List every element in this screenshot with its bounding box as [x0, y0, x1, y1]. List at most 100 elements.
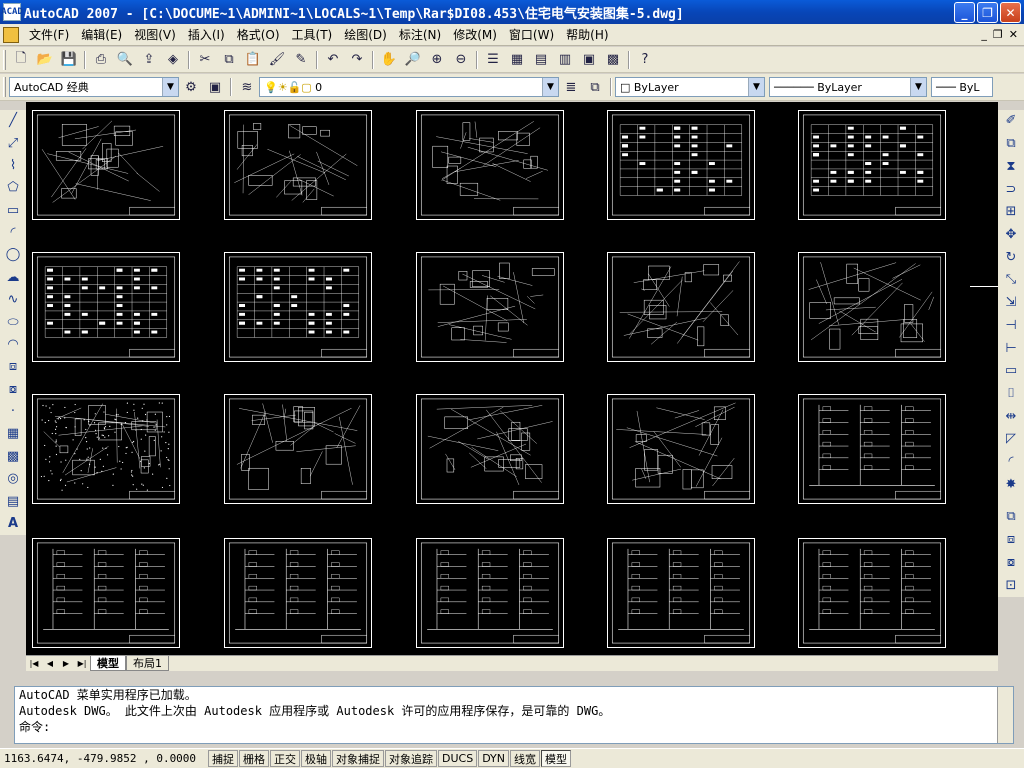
design-center-icon[interactable]: ▦ — [507, 50, 527, 70]
region-icon[interactable]: ◎ — [3, 469, 23, 488]
menu-draw[interactable]: 绘图(D) — [338, 26, 393, 43]
command-scrollbar[interactable] — [997, 687, 1013, 743]
bring-to-front-icon[interactable]: ⧈ — [1001, 530, 1021, 550]
dyn-toggle[interactable]: DYN — [478, 750, 510, 767]
toolbar-grip[interactable] — [3, 49, 6, 70]
next-tab-button[interactable]: ▶ — [58, 657, 74, 671]
print-icon[interactable]: ⎙ — [91, 50, 111, 70]
explode-icon[interactable]: ✸ — [1001, 475, 1021, 495]
calculator-icon[interactable]: ▩ — [603, 50, 623, 70]
pan-icon[interactable]: ✋ — [379, 50, 399, 70]
menu-insert[interactable]: 插入(I) — [182, 26, 231, 43]
construction-line-icon[interactable]: ⤢ — [3, 133, 23, 152]
ellipse-arc-icon[interactable]: ◠ — [3, 335, 23, 354]
plot-preview-icon[interactable]: 🔍 — [115, 50, 135, 70]
polygon-icon[interactable]: ⬠ — [3, 178, 23, 197]
lineweight-select[interactable]: ─── ByL — [931, 77, 993, 97]
menu-file[interactable]: 文件(F) — [23, 26, 75, 43]
hatch-icon[interactable]: ▦ — [3, 424, 23, 443]
erase-icon[interactable]: ✐ — [1001, 111, 1021, 131]
scale-icon[interactable]: ⤡ — [1001, 270, 1021, 290]
grid-toggle[interactable]: 栅格 — [239, 750, 269, 767]
mirror-icon[interactable]: ⧗ — [1001, 156, 1021, 176]
extend-icon[interactable]: ⊢ — [1001, 338, 1021, 358]
copy-icon[interactable]: ⧉ — [1001, 134, 1021, 154]
command-prompt[interactable]: 命令: — [15, 719, 1013, 735]
linetype-select[interactable]: ────── ByLayer ▼ — [769, 77, 927, 97]
menu-modify[interactable]: 修改(M) — [447, 26, 503, 43]
first-tab-button[interactable]: |◀ — [26, 657, 42, 671]
menu-tools[interactable]: 工具(T) — [286, 26, 339, 43]
restore-button[interactable]: ❐ — [977, 2, 998, 23]
workspace-settings-icon[interactable]: ⚙ — [181, 77, 201, 97]
copy-icon[interactable]: ⧉ — [219, 50, 239, 70]
offset-icon[interactable]: ⊃ — [1001, 179, 1021, 199]
rectangle-icon[interactable]: ▭ — [3, 201, 23, 220]
prev-tab-button[interactable]: ◀ — [42, 657, 58, 671]
insert-block-icon[interactable]: ⧈ — [3, 357, 23, 376]
my-workspace-icon[interactable]: ▣ — [205, 77, 225, 97]
model-space-canvas[interactable] — [26, 102, 998, 655]
tab-model[interactable]: 模型 — [90, 656, 126, 671]
layer-properties-icon[interactable]: ≋ — [237, 77, 257, 97]
doc-restore-button[interactable]: ❐ — [993, 28, 1003, 41]
markup-icon[interactable]: ▣ — [579, 50, 599, 70]
3d-dwf-icon[interactable]: ◈ — [163, 50, 183, 70]
menu-dimension[interactable]: 标注(N) — [393, 26, 447, 43]
paste-icon[interactable]: 📋 — [243, 50, 263, 70]
workspace-select[interactable]: AutoCAD 经典 ▼ — [9, 77, 179, 97]
menu-help[interactable]: 帮助(H) — [560, 26, 614, 43]
layer-previous-icon[interactable]: ⧉ — [585, 77, 605, 97]
zoom-window-icon[interactable]: ⊕ — [427, 50, 447, 70]
revision-cloud-icon[interactable]: ☁ — [3, 268, 23, 287]
document-icon[interactable] — [3, 26, 19, 43]
publish-icon[interactable]: ⇪ — [139, 50, 159, 70]
zoom-previous-icon[interactable]: ⊖ — [451, 50, 471, 70]
color-select[interactable]: □ ByLayer ▼ — [615, 77, 765, 97]
close-button[interactable]: ✕ — [1000, 2, 1021, 23]
block-editor-icon[interactable]: ✎ — [291, 50, 311, 70]
make-layer-current-icon[interactable]: ≣ — [561, 77, 581, 97]
multiline-text-icon[interactable]: A — [3, 514, 23, 533]
arc-icon[interactable]: ◜ — [3, 223, 23, 242]
gradient-icon[interactable]: ▩ — [3, 447, 23, 466]
spline-icon[interactable]: ∿ — [3, 290, 23, 309]
doc-minimize-button[interactable]: _ — [981, 28, 987, 41]
ortho-toggle[interactable]: 正交 — [270, 750, 300, 767]
lineweight-toggle[interactable]: 线宽 — [510, 750, 541, 767]
save-icon[interactable]: 💾 — [59, 50, 79, 70]
sheet-set-icon[interactable]: ▥ — [555, 50, 575, 70]
snap-toggle[interactable]: 捕捉 — [208, 750, 238, 767]
line-icon[interactable]: ╱ — [3, 111, 23, 130]
make-block-icon[interactable]: ⧇ — [3, 380, 23, 399]
chamfer-icon[interactable]: ◸ — [1001, 429, 1021, 449]
ducs-toggle[interactable]: DUCS — [438, 750, 478, 767]
new-icon[interactable]: 🗋 — [11, 50, 31, 70]
osnap-toggle[interactable]: 对象捕捉 — [332, 750, 384, 767]
layer-select[interactable]: 💡☀🔓▢ 0 ▼ — [259, 77, 559, 97]
command-window[interactable]: AutoCAD 菜单实用程序已加载。 Autodesk DWG。 此文件上次由 … — [14, 686, 1014, 744]
table-icon[interactable]: ▤ — [3, 491, 23, 510]
move-icon[interactable]: ✥ — [1001, 225, 1021, 245]
undo-icon[interactable]: ↶ — [323, 50, 343, 70]
autocad-app-icon[interactable]: ACAD — [1, 3, 23, 21]
redo-icon[interactable]: ↷ — [347, 50, 367, 70]
break-icon[interactable]: ⌷ — [1001, 384, 1021, 404]
tab-layout1[interactable]: 布局1 — [126, 656, 169, 671]
menu-view[interactable]: 视图(V) — [128, 26, 182, 43]
polyline-icon[interactable]: ⌇ — [3, 156, 23, 175]
break-at-point-icon[interactable]: ▭ — [1001, 361, 1021, 381]
otrack-toggle[interactable]: 对象追踪 — [385, 750, 437, 767]
fillet-icon[interactable]: ◜ — [1001, 452, 1021, 472]
cut-icon[interactable]: ✂ — [195, 50, 215, 70]
properties-icon[interactable]: ☰ — [483, 50, 503, 70]
point-icon[interactable]: · — [3, 402, 23, 421]
send-to-back-icon[interactable]: ⧇ — [1001, 553, 1021, 573]
model-toggle[interactable]: 模型 — [541, 750, 572, 767]
stretch-icon[interactable]: ⇲ — [1001, 293, 1021, 313]
join-icon[interactable]: ⇹ — [1001, 406, 1021, 426]
zoom-realtime-icon[interactable]: 🔎 — [403, 50, 423, 70]
rotate-icon[interactable]: ↻ — [1001, 247, 1021, 267]
match-properties-icon[interactable]: 🖌 — [267, 50, 287, 70]
bring-above-icon[interactable]: ⊡ — [1001, 575, 1021, 595]
